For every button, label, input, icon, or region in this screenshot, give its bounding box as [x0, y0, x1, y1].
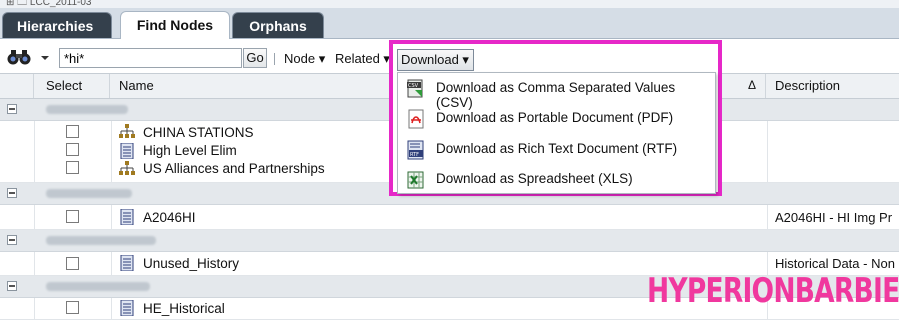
menu-item-download-rtf[interactable]: RTF Download as Rich Text Document (RTF) [398, 134, 715, 165]
rtf-file-icon: RTF [407, 140, 424, 160]
collapse-icon[interactable] [7, 188, 17, 198]
group-row [0, 230, 899, 252]
collapse-icon[interactable] [7, 281, 17, 291]
separator [274, 53, 275, 65]
menu-item-download-pdf[interactable]: Download as Portable Document (PDF) [398, 103, 715, 134]
menu-item-label: Download as Portable Document (PDF) [436, 110, 674, 125]
document-node-icon [120, 209, 134, 225]
select-checkbox[interactable] [66, 210, 79, 223]
node-menu[interactable]: Node ▾ [284, 51, 325, 67]
node-description: Historical Data - Non [775, 256, 895, 271]
hierarchy-node-icon [119, 124, 135, 138]
chevron-down-icon[interactable] [40, 53, 50, 63]
svg-text:CSV: CSV [408, 83, 419, 89]
related-menu[interactable]: Related ▾ [335, 51, 390, 67]
document-node-icon [120, 255, 134, 271]
node-name[interactable]: A2046HI [143, 210, 196, 225]
tab-bar: Hierarchies Find Nodes Orphans [0, 8, 899, 39]
tab-hierarchies[interactable]: Hierarchies [2, 12, 112, 38]
svg-text:RTF: RTF [410, 152, 419, 158]
node-name[interactable]: US Alliances and Partnerships [143, 161, 325, 176]
redacted-group-label [46, 282, 150, 291]
select-checkbox[interactable] [66, 301, 79, 314]
node-name[interactable]: CHINA STATIONS [143, 125, 254, 140]
table-row: A2046HI A2046HI - HI Img Pr [0, 205, 899, 230]
node-name[interactable]: Unused_History [143, 256, 239, 271]
tab-find-nodes[interactable]: Find Nodes [120, 11, 230, 39]
redacted-group-label [46, 189, 132, 198]
sort-indicator-icon[interactable]: Δ [748, 78, 756, 92]
download-dropdown: CSV Download as Comma Separated Values (… [397, 72, 716, 194]
select-checkbox[interactable] [66, 257, 79, 270]
redacted-group-label [46, 236, 156, 245]
search-input[interactable] [59, 48, 242, 68]
collapse-icon[interactable] [7, 235, 17, 245]
tab-orphans[interactable]: Orphans [232, 12, 324, 38]
hierarchy-node-icon [119, 161, 135, 175]
select-checkbox[interactable] [66, 143, 79, 156]
node-name[interactable]: High Level Elim [143, 143, 237, 158]
document-node-icon [120, 300, 134, 316]
menu-item-label: Download as Rich Text Document (RTF) [436, 141, 678, 156]
document-node-icon [120, 143, 134, 159]
column-select[interactable]: Select [34, 74, 110, 98]
column-description[interactable]: Description [767, 74, 899, 98]
select-checkbox[interactable] [66, 161, 79, 174]
xls-file-icon [407, 171, 424, 189]
menu-item-download-csv[interactable]: CSV Download as Comma Separated Values (… [398, 73, 715, 110]
csv-file-icon: CSV [407, 79, 423, 98]
download-menu-highlight: Download ▾ CSV Download as Comma Separat… [389, 40, 722, 196]
select-checkbox[interactable] [66, 125, 79, 138]
menu-item-label: Download as Spreadsheet (XLS) [436, 171, 633, 186]
hierarchy-breadcrumb-strip: ⊞ 🗀 LCC_2011-03 [0, 0, 899, 8]
collapse-icon[interactable] [7, 104, 17, 114]
node-description: A2046HI - HI Img Pr [775, 210, 893, 225]
go-button[interactable]: Go [243, 48, 267, 68]
menu-item-download-xls[interactable]: Download as Spreadsheet (XLS) [398, 164, 715, 195]
download-menu-button-open[interactable]: Download ▾ [397, 49, 474, 71]
binoculars-icon[interactable] [6, 47, 32, 67]
node-name[interactable]: HE_Historical [143, 301, 225, 316]
watermark-logo: HYPERIONBARBIE [647, 271, 899, 311]
redacted-group-label [46, 105, 128, 114]
pdf-file-icon [408, 109, 424, 129]
